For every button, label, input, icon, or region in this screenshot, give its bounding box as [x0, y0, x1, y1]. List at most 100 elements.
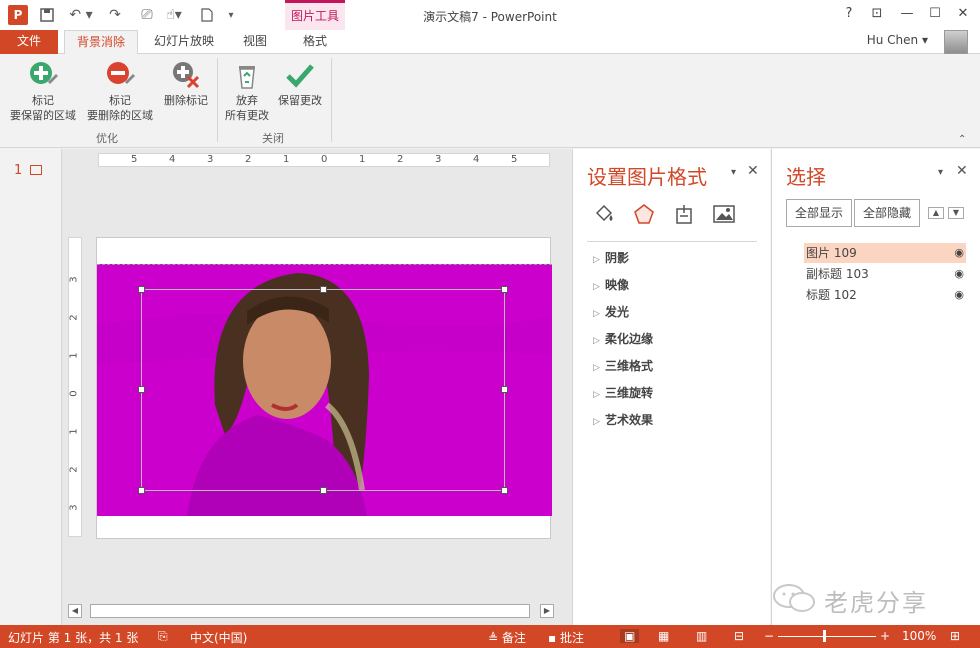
keep-changes-button[interactable]: 保留更改 [274, 60, 326, 108]
ruler-tick: 3 [435, 154, 442, 165]
effects-icon[interactable] [633, 203, 655, 225]
mark-keep-button[interactable]: 标记 要保留的区域 [6, 60, 80, 123]
zoom-level[interactable]: 100% [902, 629, 936, 643]
keep-area-marquee[interactable] [138, 286, 508, 494]
visibility-eye-icon[interactable]: ◉ [954, 243, 964, 263]
minimize-icon[interactable]: — [898, 6, 916, 24]
tab-format[interactable]: 格式 [285, 30, 345, 54]
keep-changes-label: 保留更改 [278, 94, 322, 107]
ruler-tick: 3 [68, 504, 80, 511]
section-glow[interactable]: ▷ 发光 [593, 303, 629, 320]
slide-sorter-icon[interactable]: ▦ [658, 629, 669, 643]
close-icon[interactable]: ✕ [954, 6, 972, 24]
minus-circle-icon [105, 60, 135, 90]
notes-label: 备注 [501, 631, 526, 645]
selection-item[interactable]: 标题 102 ◉ [804, 285, 966, 305]
mark-remove-button[interactable]: 标记 要删除的区域 [82, 60, 158, 123]
mark-keep-line1: 标记 [32, 94, 54, 107]
slide-thumbnail[interactable] [30, 165, 42, 175]
delete-mark-button[interactable]: 删除标记 [160, 60, 212, 108]
horizontal-ruler: 5 4 3 2 1 0 1 2 3 4 5 [98, 153, 550, 167]
tab-file[interactable]: 文件 [0, 30, 58, 54]
zoom-out-icon[interactable]: − [764, 629, 774, 643]
ruler-tick: 1 [68, 428, 80, 435]
resize-handle[interactable] [138, 386, 145, 393]
bring-forward-icon[interactable]: ▲ [928, 207, 944, 219]
section-3d-format[interactable]: ▷ 三维格式 [593, 357, 653, 374]
discard-changes-button[interactable]: 放弃 所有更改 [222, 60, 272, 123]
selection-item-label: 图片 109 [806, 246, 857, 260]
normal-view-icon[interactable]: ▣ [620, 629, 640, 643]
visibility-eye-icon[interactable]: ◉ [954, 264, 964, 284]
picture-icon[interactable] [713, 203, 735, 225]
section-3d-rotation[interactable]: ▷ 三维旋转 [593, 384, 653, 401]
pane-options-icon[interactable]: ▾ [731, 167, 736, 178]
resize-handle[interactable] [320, 286, 327, 293]
resize-handle[interactable] [138, 487, 145, 494]
size-properties-icon[interactable] [673, 203, 695, 225]
show-all-button[interactable]: 全部显示 [786, 199, 852, 227]
spell-check-icon[interactable]: ⎘ [158, 629, 168, 644]
hide-all-button[interactable]: 全部隐藏 [854, 199, 920, 227]
help-icon[interactable]: ? [840, 6, 858, 24]
pane-options-icon[interactable]: ▾ [938, 167, 943, 178]
checkmark-icon [285, 60, 315, 90]
ruler-tick: 4 [169, 154, 176, 165]
visibility-eye-icon[interactable]: ◉ [954, 285, 964, 305]
expand-arrow-icon: ▷ [593, 336, 600, 346]
section-shadow[interactable]: ▷ 阴影 [593, 249, 629, 266]
section-artistic-effects[interactable]: ▷ 艺术效果 [593, 411, 653, 428]
picture-with-background-removal[interactable] [97, 264, 552, 516]
fill-line-icon[interactable] [593, 203, 615, 225]
zoom-slider-track[interactable] [778, 636, 876, 637]
zoom-slider-thumb[interactable] [823, 630, 826, 642]
slide-thumbnail-pane: 1 [0, 149, 62, 625]
ribbon-display-options-icon[interactable]: ⊡ [868, 6, 886, 24]
pane-close-icon[interactable]: ✕ [747, 163, 759, 179]
slide-number[interactable]: 1 [14, 163, 22, 178]
selection-pane-title: 选择 [786, 165, 826, 189]
expand-arrow-icon: ▷ [593, 282, 600, 292]
pane-close-icon[interactable]: ✕ [956, 163, 968, 179]
user-name[interactable]: Hu Chen ▾ [867, 33, 928, 47]
ruler-tick: 2 [397, 154, 404, 165]
selection-item[interactable]: 副标题 103 ◉ [804, 264, 966, 284]
comments-button[interactable]: ▪ 批注 [548, 629, 584, 646]
tab-view[interactable]: 视图 [230, 30, 280, 54]
section-reflection[interactable]: ▷ 映像 [593, 276, 629, 293]
slide-show-icon[interactable]: ⊟ [734, 629, 744, 643]
ruler-tick: 1 [359, 154, 366, 165]
reading-view-icon[interactable]: ▥ [696, 629, 707, 643]
scroll-left-button[interactable]: ◀ [68, 604, 82, 618]
scroll-right-button[interactable]: ▶ [540, 604, 554, 618]
tab-slide-show[interactable]: 幻灯片放映 [146, 30, 222, 54]
horizontal-scrollbar[interactable]: ◀ ▶ [68, 604, 554, 618]
fit-to-window-icon[interactable]: ⊞ [950, 629, 960, 643]
resize-handle[interactable] [138, 286, 145, 293]
collapse-ribbon-icon[interactable]: ⌃ [958, 134, 966, 145]
resize-handle[interactable] [320, 487, 327, 494]
ruler-tick: 3 [68, 276, 80, 283]
ruler-tick: 4 [473, 154, 480, 165]
slide-canvas[interactable] [96, 237, 552, 539]
selection-item[interactable]: 图片 109 ◉ [804, 243, 966, 263]
resize-handle[interactable] [501, 487, 508, 494]
send-backward-icon[interactable]: ▼ [948, 207, 964, 219]
mark-keep-line2: 要保留的区域 [10, 109, 76, 122]
expand-arrow-icon: ▷ [593, 390, 600, 400]
section-label: 艺术效果 [605, 413, 654, 427]
delete-mark-label: 删除标记 [164, 94, 208, 107]
section-soft-edges[interactable]: ▷ 柔化边缘 [593, 330, 653, 347]
scroll-track[interactable] [90, 604, 530, 618]
language-indicator[interactable]: 中文(中国) [190, 629, 247, 646]
ruler-tick: 1 [68, 352, 80, 359]
resize-handle[interactable] [501, 386, 508, 393]
tab-background-removal[interactable]: 背景消除 [64, 30, 138, 55]
slide-counter: 幻灯片 第 1 张，共 1 张 [8, 631, 139, 645]
notes-button[interactable]: ≜ 备注 [488, 629, 526, 646]
expand-arrow-icon: ▷ [593, 417, 600, 427]
zoom-in-icon[interactable]: + [880, 629, 890, 643]
maximize-icon[interactable]: ☐ [926, 6, 944, 24]
resize-handle[interactable] [501, 286, 508, 293]
avatar[interactable] [944, 30, 968, 54]
